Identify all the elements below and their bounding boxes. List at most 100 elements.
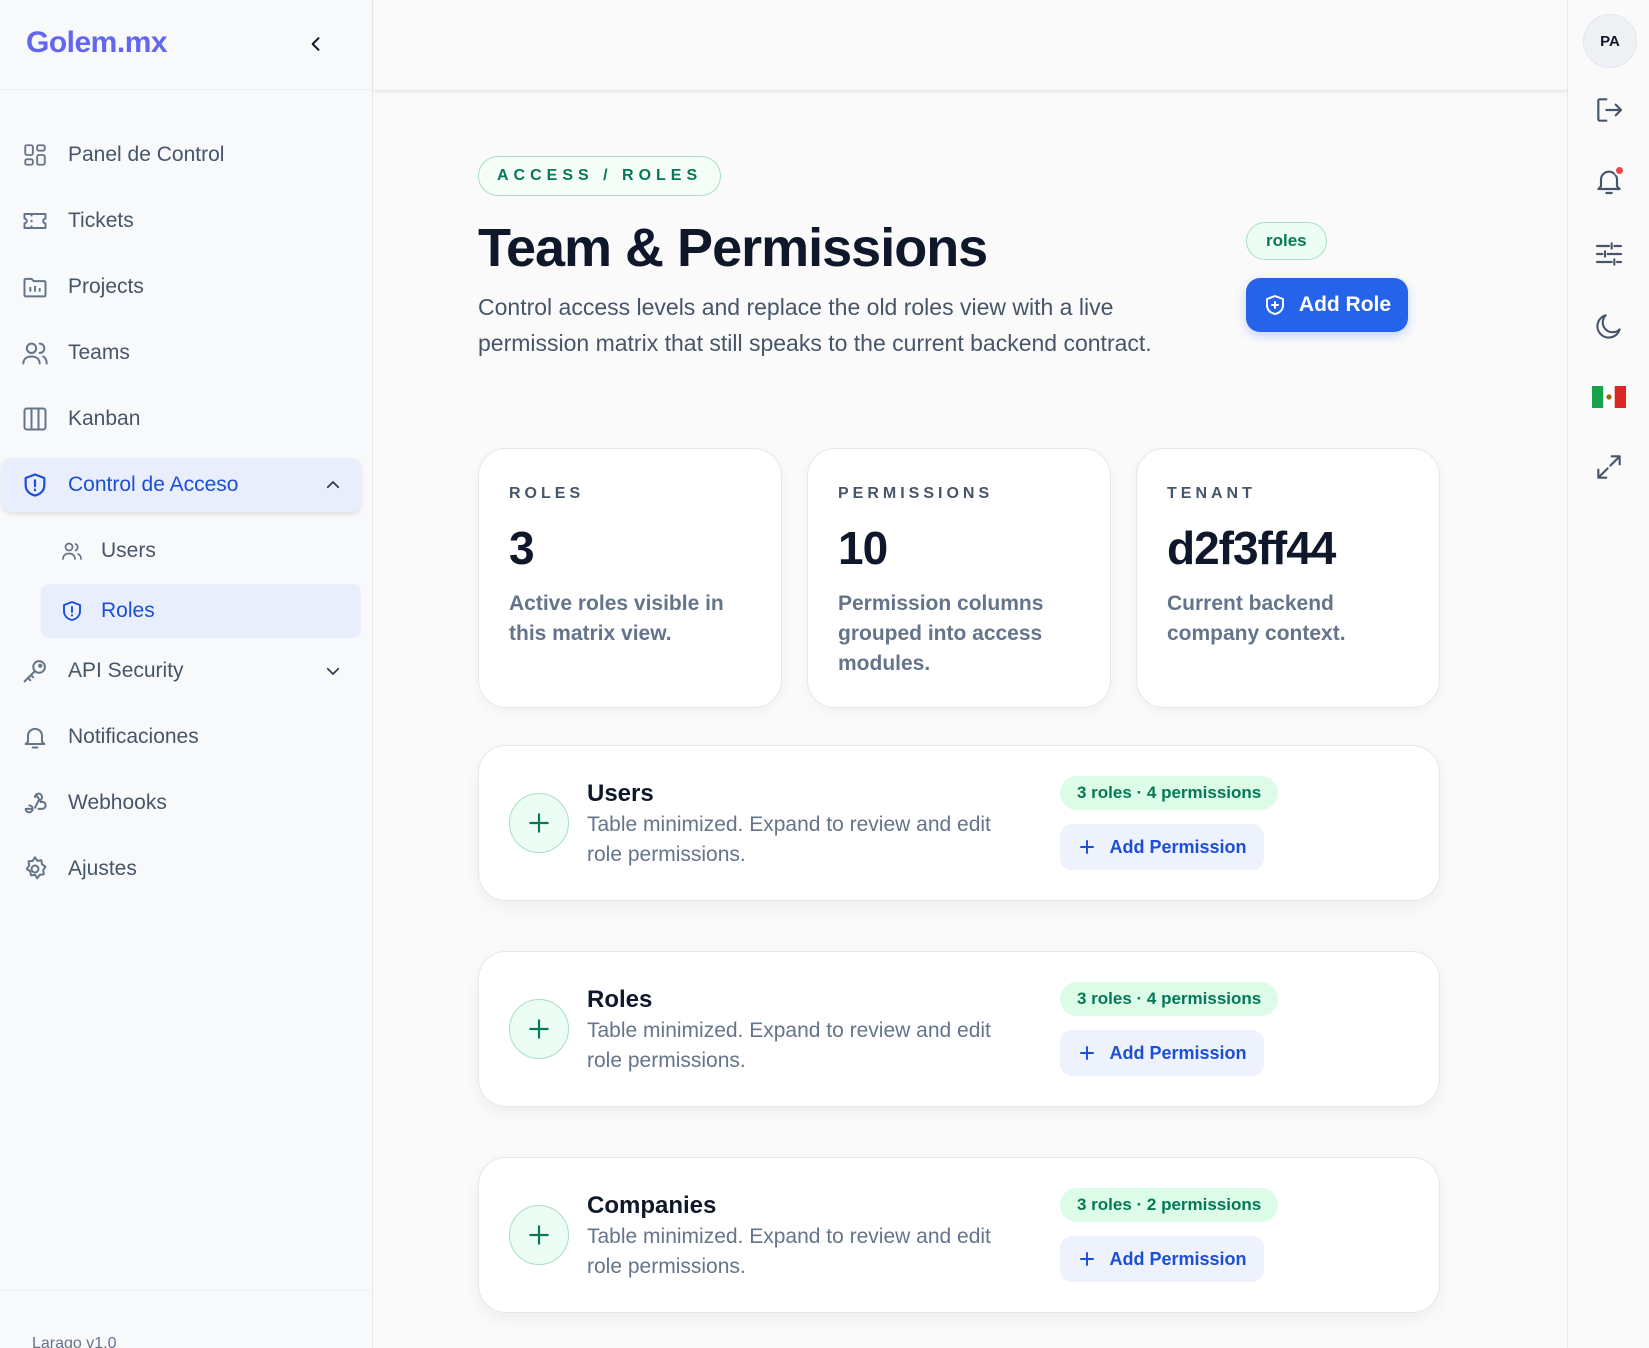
add-permission-label: Add Permission (1109, 1248, 1247, 1269)
sidebar-item-kanban[interactable]: Kanban (0, 392, 361, 446)
columns-icon (20, 404, 50, 434)
stat-label: TENANT (1167, 485, 1256, 502)
language-selector[interactable] (1589, 377, 1629, 417)
add-role-label: Add Role (1298, 293, 1392, 316)
stat-label: ROLES (509, 485, 585, 502)
add-permission-label: Add Permission (1109, 836, 1247, 857)
page-title: Team & Permissions (478, 218, 988, 278)
module-count-badge: 3 roles · 4 permissions (1060, 776, 1279, 810)
sidebar: Golem.mx Panel de Control Tickets Projec… (0, 0, 373, 1348)
stat-label: PERMISSIONS (838, 485, 994, 502)
sidebar-item-label: Projects (68, 275, 144, 298)
dashboard-icon (20, 140, 50, 170)
sidebar-item-label: Panel de Control (68, 143, 225, 166)
stat-value: 10 (838, 522, 888, 574)
sidebar-header: Golem.mx (0, 0, 372, 90)
settings-sliders-button[interactable] (1589, 234, 1629, 274)
module-card-users: Users Table minimized. Expand to review … (478, 745, 1440, 901)
add-permission-button[interactable]: Add Permission (1060, 1236, 1264, 1282)
gear-icon (20, 854, 50, 884)
stat-card-tenant: TENANT d2f3ff44 Current backend company … (1136, 448, 1440, 708)
sidebar-item-api-security[interactable]: API Security (0, 644, 361, 698)
stat-description: Current backend company context. (1167, 592, 1346, 645)
module-count-badge: 3 roles · 2 permissions (1060, 1188, 1279, 1222)
sidebar-subitem-users[interactable]: Users (41, 524, 361, 578)
sidebar-item-label: API Security (68, 659, 184, 682)
module-title: Companies (587, 1192, 717, 1219)
plus-icon (1077, 1249, 1097, 1269)
module-title: Users (587, 780, 654, 807)
stat-value: d2f3ff44 (1167, 522, 1336, 574)
chevron-up-icon (321, 473, 345, 497)
stat-value: 3 (509, 522, 535, 574)
app-version: Larago v1.0 (32, 1335, 117, 1348)
sidebar-item-label: Kanban (68, 407, 141, 430)
notification-dot (1614, 165, 1625, 176)
sidebar-item-panel-de-control[interactable]: Panel de Control (0, 128, 361, 182)
sidebar-nav: Panel de Control Tickets Projects Teams … (0, 128, 373, 908)
sidebar-item-label: Webhooks (68, 791, 167, 814)
sidebar-item-control-de-acceso[interactable]: Control de Acceso (2, 458, 361, 512)
dark-mode-toggle[interactable] (1589, 306, 1629, 346)
app-logo[interactable]: Golem.mx (26, 26, 168, 60)
user-group-icon (59, 538, 85, 564)
sidebar-item-tickets[interactable]: Tickets (0, 194, 361, 248)
shield-icon (20, 470, 50, 500)
module-description: Table minimized. Expand to review and ed… (587, 1019, 991, 1072)
sidebar-item-label: Teams (68, 341, 130, 364)
breadcrumb: ACCESS / ROLES (478, 156, 722, 196)
expand-module-button[interactable] (509, 1205, 569, 1265)
sidebar-subitem-label: Roles (101, 599, 155, 622)
shield-icon (59, 598, 85, 624)
sidebar-item-label: Notificaciones (68, 725, 199, 748)
users-icon (20, 338, 50, 368)
plus-icon (529, 813, 549, 833)
plus-icon (1077, 1043, 1097, 1063)
topbar (374, 0, 1567, 91)
sidebar-item-label: Tickets (68, 209, 134, 232)
sidebar-item-webhooks[interactable]: Webhooks (0, 776, 361, 830)
sidebar-footer: Larago v1.0 (0, 1290, 373, 1348)
stat-description: Permission columns grouped into access m… (838, 592, 1044, 675)
sidebar-item-label: Ajustes (68, 857, 137, 880)
expand-module-button[interactable] (509, 999, 569, 1059)
module-card-roles: Roles Table minimized. Expand to review … (478, 951, 1440, 1107)
stat-card-permissions: PERMISSIONS 10 Permission columns groupe… (807, 448, 1111, 708)
key-icon (20, 656, 50, 686)
logout-icon (1597, 98, 1623, 122)
module-description: Table minimized. Expand to review and ed… (587, 813, 991, 866)
module-count-badge: 3 roles · 4 permissions (1060, 982, 1279, 1016)
collapse-sidebar-button[interactable] (302, 30, 330, 58)
sliders-icon (1595, 242, 1623, 266)
bell-icon (20, 722, 50, 752)
module-title: Roles (587, 986, 653, 1013)
folder-icon (20, 272, 50, 302)
sidebar-subitem-roles[interactable]: Roles (41, 584, 361, 638)
add-permission-label: Add Permission (1109, 1042, 1247, 1063)
module-card-companies: Companies Table minimized. Expand to rev… (478, 1157, 1440, 1313)
stat-card-roles: ROLES 3 Active roles visible in this mat… (478, 448, 782, 708)
roles-tag: roles (1246, 222, 1327, 260)
add-role-button[interactable]: Add Role (1246, 278, 1408, 332)
chevron-down-icon (321, 659, 345, 683)
moon-icon (1596, 314, 1621, 339)
notifications-button[interactable] (1589, 161, 1629, 201)
shield-plus-icon (1263, 293, 1287, 317)
sidebar-item-ajustes[interactable]: Ajustes (0, 842, 361, 896)
sidebar-subitem-label: Users (101, 539, 156, 562)
webhook-icon (20, 788, 50, 818)
module-description: Table minimized. Expand to review and ed… (587, 1225, 991, 1278)
sidebar-item-label: Control de Acceso (68, 473, 239, 496)
add-permission-button[interactable]: Add Permission (1060, 824, 1264, 870)
plus-icon (1077, 837, 1097, 857)
expand-module-button[interactable] (509, 793, 569, 853)
avatar[interactable]: PA (1583, 14, 1637, 68)
sidebar-item-notificaciones[interactable]: Notificaciones (0, 710, 361, 764)
sidebar-item-teams[interactable]: Teams (0, 326, 361, 380)
sidebar-item-projects[interactable]: Projects (0, 260, 361, 314)
fullscreen-button[interactable] (1589, 447, 1629, 487)
add-permission-button[interactable]: Add Permission (1060, 1030, 1264, 1076)
logout-button[interactable] (1589, 90, 1629, 130)
chevron-left-icon (311, 37, 320, 51)
ticket-icon (20, 206, 50, 236)
